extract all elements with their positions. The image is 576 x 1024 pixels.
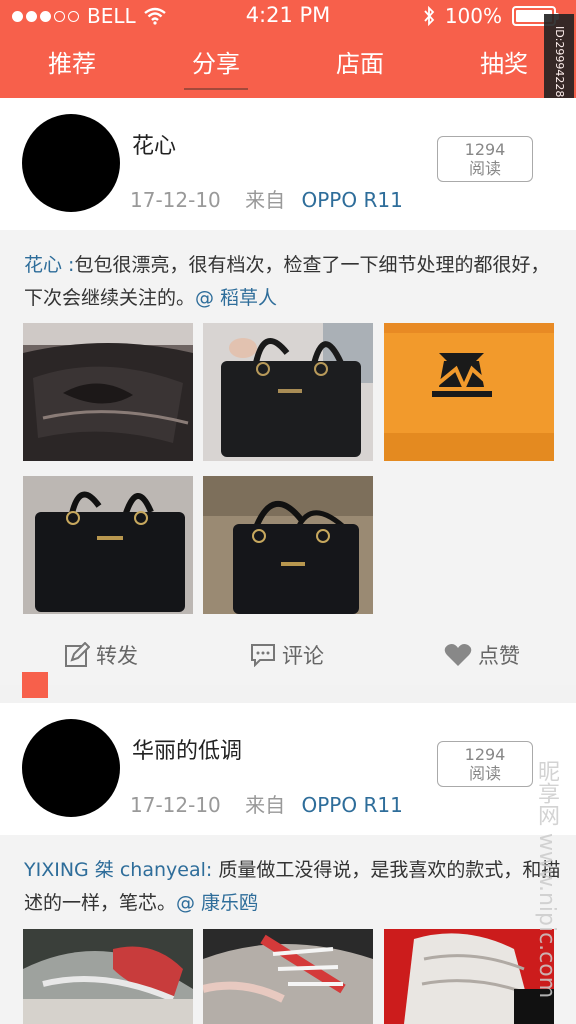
post-author[interactable]: 花心 : [24,254,74,276]
post-from: 来自 [245,188,286,212]
tab-share[interactable]: 分享 [144,38,288,98]
post-text: 包包很漂亮，很有档次，检查了一下细节处理的都很好，下次会继续关注的。 [24,254,550,309]
read-count-button[interactable]: 1294 阅读 [437,136,533,182]
forward-label: 转发 [96,644,138,668]
post-photo[interactable] [203,476,373,614]
username[interactable]: 花心 [132,128,176,160]
comment-label: 评论 [282,644,324,668]
post-content: 花心 :包包很漂亮，很有档次，检查了一下细节处理的都很好，下次会继续关注的。@ … [24,249,564,315]
status-right: 100% [423,4,559,28]
post-author[interactable]: YIXING 桀 chanyeal: [24,859,212,881]
comment-icon [251,644,275,667]
post-photo[interactable] [384,323,554,461]
tab-recommend[interactable]: 推荐 [0,38,144,98]
like-button[interactable]: 点赞 [444,640,520,670]
avatar[interactable] [22,719,120,817]
read-count: 1294 [464,140,506,159]
post-device: OPPO R11 [301,793,403,817]
read-label: 阅读 [468,159,501,178]
post-photo[interactable] [23,323,193,461]
edit-icon [65,642,90,667]
status-bar: BELL 4:21 PM 100% [0,0,576,32]
tab-bar: 推荐 分享 店面 抽奖 [0,38,576,98]
bluetooth-icon [424,6,435,26]
post-photo[interactable] [23,929,193,1024]
comment-button[interactable]: 评论 [250,640,324,670]
app-header: BELL 4:21 PM 100% 推荐 分享 店面 抽奖 [0,0,576,98]
post-meta: 17-12-10 来自 OPPO R11 [130,789,403,818]
post-mention[interactable]: @ 康乐鸥 [176,892,258,914]
post-device: OPPO R11 [301,188,403,212]
post-actions: 转发 评论 点赞 [0,628,576,684]
post-header: 华丽的低调 17-12-10 来自 OPPO R11 1294 阅读 [0,703,576,835]
post-date: 17-12-10 [130,188,221,212]
section-marker [22,672,48,698]
watermark: 昵享网 www.nipic.com [534,760,559,999]
post-date: 17-12-10 [130,793,221,817]
post-photo[interactable] [203,929,373,1024]
post-mention[interactable]: @ 稻草人 [195,287,277,309]
battery-percent: 100% [444,4,502,28]
post-body: 花心 :包包很漂亮，很有档次，检查了一下细节处理的都很好，下次会继续关注的。@ … [0,230,576,698]
post-header: 花心 17-12-10 来自 OPPO R11 1294 阅读 [0,98,576,230]
username[interactable]: 华丽的低调 [132,733,242,765]
post-meta: 17-12-10 来自 OPPO R11 [130,184,403,213]
post-body: YIXING 桀 chanyeal: 质量做工没得说，是我喜欢的款式，和描述的一… [0,835,576,1024]
read-count: 1294 [464,745,506,764]
read-label: 阅读 [468,764,501,783]
post-photo[interactable] [203,323,373,461]
read-count-button[interactable]: 1294 阅读 [437,741,533,787]
tab-store[interactable]: 店面 [288,38,432,98]
forward-button[interactable]: 转发 [64,640,138,670]
heart-icon [444,644,472,666]
like-label: 点赞 [478,644,520,668]
post-photo[interactable] [384,929,554,1024]
post-photo[interactable] [23,476,193,614]
post-from: 来自 [245,793,286,817]
avatar[interactable] [22,114,120,212]
post-content: YIXING 桀 chanyeal: 质量做工没得说，是我喜欢的款式，和描述的一… [24,854,564,920]
